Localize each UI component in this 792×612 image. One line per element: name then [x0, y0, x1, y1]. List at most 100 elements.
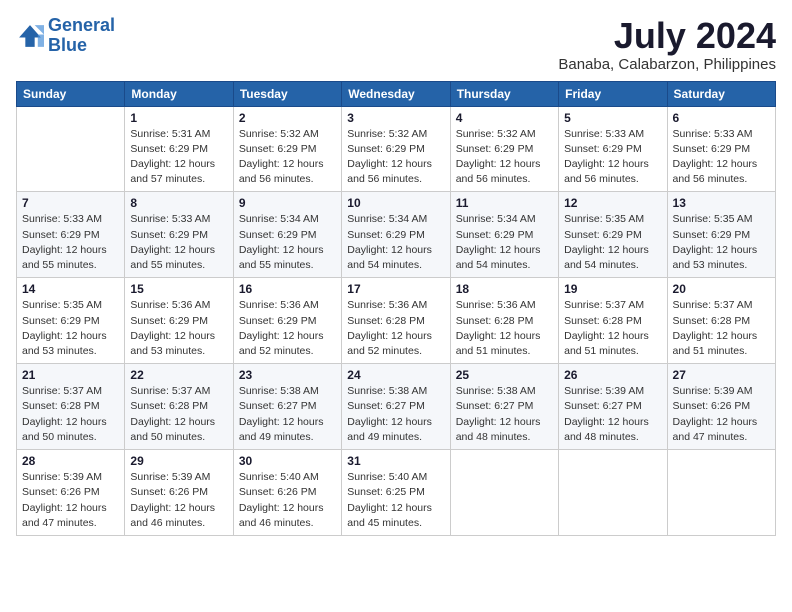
logo: General Blue: [16, 16, 115, 56]
day-number: 18: [456, 282, 553, 296]
day-number: 14: [22, 282, 119, 296]
day-number: 20: [673, 282, 770, 296]
day-number: 22: [130, 368, 227, 382]
day-number: 17: [347, 282, 444, 296]
calendar-cell: 18 Sunrise: 5:36 AMSunset: 6:28 PMDayligh…: [450, 278, 558, 364]
calendar-cell: 4 Sunrise: 5:32 AMSunset: 6:29 PMDaylight…: [450, 106, 558, 192]
day-number: 19: [564, 282, 661, 296]
calendar-cell: 20 Sunrise: 5:37 AMSunset: 6:28 PMDayligh…: [667, 278, 775, 364]
day-info: Sunrise: 5:34 AMSunset: 6:29 PMDaylight:…: [239, 212, 336, 273]
day-info: Sunrise: 5:36 AMSunset: 6:28 PMDaylight:…: [456, 298, 553, 359]
day-info: Sunrise: 5:33 AMSunset: 6:29 PMDaylight:…: [130, 212, 227, 273]
day-info: Sunrise: 5:39 AMSunset: 6:26 PMDaylight:…: [130, 470, 227, 531]
day-number: 12: [564, 196, 661, 210]
day-header-saturday: Saturday: [667, 81, 775, 106]
day-number: 31: [347, 454, 444, 468]
day-info: Sunrise: 5:35 AMSunset: 6:29 PMDaylight:…: [673, 212, 770, 273]
calendar-cell: 14 Sunrise: 5:35 AMSunset: 6:29 PMDayligh…: [17, 278, 125, 364]
day-number: 1: [130, 111, 227, 125]
day-number: 28: [22, 454, 119, 468]
day-number: 9: [239, 196, 336, 210]
day-header-friday: Friday: [559, 81, 667, 106]
day-number: 10: [347, 196, 444, 210]
day-number: 11: [456, 196, 553, 210]
calendar-table: SundayMondayTuesdayWednesdayThursdayFrid…: [16, 81, 776, 536]
calendar-cell: 1 Sunrise: 5:31 AMSunset: 6:29 PMDaylight…: [125, 106, 233, 192]
day-number: 6: [673, 111, 770, 125]
day-number: 8: [130, 196, 227, 210]
title-area: July 2024 Banaba, Calabarzon, Philippine…: [558, 16, 776, 73]
day-number: 3: [347, 111, 444, 125]
day-info: Sunrise: 5:32 AMSunset: 6:29 PMDaylight:…: [456, 127, 553, 188]
day-number: 26: [564, 368, 661, 382]
calendar-cell: 16 Sunrise: 5:36 AMSunset: 6:29 PMDayligh…: [233, 278, 341, 364]
day-info: Sunrise: 5:32 AMSunset: 6:29 PMDaylight:…: [239, 127, 336, 188]
day-info: Sunrise: 5:37 AMSunset: 6:28 PMDaylight:…: [22, 384, 119, 445]
day-header-wednesday: Wednesday: [342, 81, 450, 106]
week-row-5: 28 Sunrise: 5:39 AMSunset: 6:26 PMDayligh…: [17, 450, 776, 536]
calendar-cell: 27 Sunrise: 5:39 AMSunset: 6:26 PMDayligh…: [667, 364, 775, 450]
calendar-cell: 5 Sunrise: 5:33 AMSunset: 6:29 PMDaylight…: [559, 106, 667, 192]
calendar-cell: 26Sunrise: 5:39 AMSunset: 6:27 PMDayligh…: [559, 364, 667, 450]
calendar-cell: 24 Sunrise: 5:38 AMSunset: 6:27 PMDayligh…: [342, 364, 450, 450]
calendar-header-row: SundayMondayTuesdayWednesdayThursdayFrid…: [17, 81, 776, 106]
day-info: Sunrise: 5:31 AMSunset: 6:29 PMDaylight:…: [130, 127, 227, 188]
calendar-cell: 13 Sunrise: 5:35 AMSunset: 6:29 PMDayligh…: [667, 192, 775, 278]
day-header-monday: Monday: [125, 81, 233, 106]
calendar-cell: 19Sunrise: 5:37 AMSunset: 6:28 PMDayligh…: [559, 278, 667, 364]
day-number: 5: [564, 111, 661, 125]
day-info: Sunrise: 5:38 AMSunset: 6:27 PMDaylight:…: [347, 384, 444, 445]
day-info: Sunrise: 5:36 AMSunset: 6:28 PMDaylight:…: [347, 298, 444, 359]
calendar-cell: 9 Sunrise: 5:34 AMSunset: 6:29 PMDaylight…: [233, 192, 341, 278]
month-title: July 2024: [558, 16, 776, 56]
calendar-cell: 31 Sunrise: 5:40 AMSunset: 6:25 PMDayligh…: [342, 450, 450, 536]
week-row-1: 1 Sunrise: 5:31 AMSunset: 6:29 PMDaylight…: [17, 106, 776, 192]
calendar-cell: 8 Sunrise: 5:33 AMSunset: 6:29 PMDaylight…: [125, 192, 233, 278]
calendar-cell: 11 Sunrise: 5:34 AMSunset: 6:29 PMDayligh…: [450, 192, 558, 278]
calendar-cell: 21 Sunrise: 5:37 AMSunset: 6:28 PMDayligh…: [17, 364, 125, 450]
day-number: 13: [673, 196, 770, 210]
calendar-cell: 12 Sunrise: 5:35 AMSunset: 6:29 PMDayligh…: [559, 192, 667, 278]
day-info: Sunrise: 5:38 AMSunset: 6:27 PMDaylight:…: [239, 384, 336, 445]
day-header-thursday: Thursday: [450, 81, 558, 106]
day-number: 24: [347, 368, 444, 382]
calendar-cell: [559, 450, 667, 536]
day-info: Sunrise: 5:32 AMSunset: 6:29 PMDaylight:…: [347, 127, 444, 188]
day-info: Sunrise: 5:33 AMSunset: 6:29 PMDaylight:…: [564, 127, 661, 188]
day-info: Sunrise: 5:34 AMSunset: 6:29 PMDaylight:…: [456, 212, 553, 273]
calendar-cell: 30Sunrise: 5:40 AMSunset: 6:26 PMDayligh…: [233, 450, 341, 536]
day-number: 27: [673, 368, 770, 382]
day-number: 7: [22, 196, 119, 210]
calendar-cell: 10 Sunrise: 5:34 AMSunset: 6:29 PMDayligh…: [342, 192, 450, 278]
calendar-cell: 25Sunrise: 5:38 AMSunset: 6:27 PMDayligh…: [450, 364, 558, 450]
day-number: 23: [239, 368, 336, 382]
day-number: 29: [130, 454, 227, 468]
day-info: Sunrise: 5:40 AMSunset: 6:25 PMDaylight:…: [347, 470, 444, 531]
calendar-cell: [667, 450, 775, 536]
day-number: 2: [239, 111, 336, 125]
calendar-cell: 3 Sunrise: 5:32 AMSunset: 6:29 PMDaylight…: [342, 106, 450, 192]
calendar-cell: 17 Sunrise: 5:36 AMSunset: 6:28 PMDayligh…: [342, 278, 450, 364]
day-number: 25: [456, 368, 553, 382]
day-info: Sunrise: 5:34 AMSunset: 6:29 PMDaylight:…: [347, 212, 444, 273]
day-header-sunday: Sunday: [17, 81, 125, 106]
day-info: Sunrise: 5:39 AMSunset: 6:26 PMDaylight:…: [673, 384, 770, 445]
calendar-cell: 6Sunrise: 5:33 AMSunset: 6:29 PMDaylight…: [667, 106, 775, 192]
calendar-cell: [17, 106, 125, 192]
calendar-cell: 29 Sunrise: 5:39 AMSunset: 6:26 PMDayligh…: [125, 450, 233, 536]
day-info: Sunrise: 5:36 AMSunset: 6:29 PMDaylight:…: [239, 298, 336, 359]
day-info: Sunrise: 5:37 AMSunset: 6:28 PMDaylight:…: [673, 298, 770, 359]
week-row-4: 21 Sunrise: 5:37 AMSunset: 6:28 PMDayligh…: [17, 364, 776, 450]
calendar-cell: 15Sunrise: 5:36 AMSunset: 6:29 PMDayligh…: [125, 278, 233, 364]
week-row-3: 14 Sunrise: 5:35 AMSunset: 6:29 PMDayligh…: [17, 278, 776, 364]
day-number: 21: [22, 368, 119, 382]
week-row-2: 7 Sunrise: 5:33 AMSunset: 6:29 PMDaylight…: [17, 192, 776, 278]
day-number: 30: [239, 454, 336, 468]
day-number: 4: [456, 111, 553, 125]
day-info: Sunrise: 5:35 AMSunset: 6:29 PMDaylight:…: [564, 212, 661, 273]
calendar-cell: [450, 450, 558, 536]
day-number: 15: [130, 282, 227, 296]
logo-text: General Blue: [48, 16, 115, 56]
day-info: Sunrise: 5:35 AMSunset: 6:29 PMDaylight:…: [22, 298, 119, 359]
day-number: 16: [239, 282, 336, 296]
